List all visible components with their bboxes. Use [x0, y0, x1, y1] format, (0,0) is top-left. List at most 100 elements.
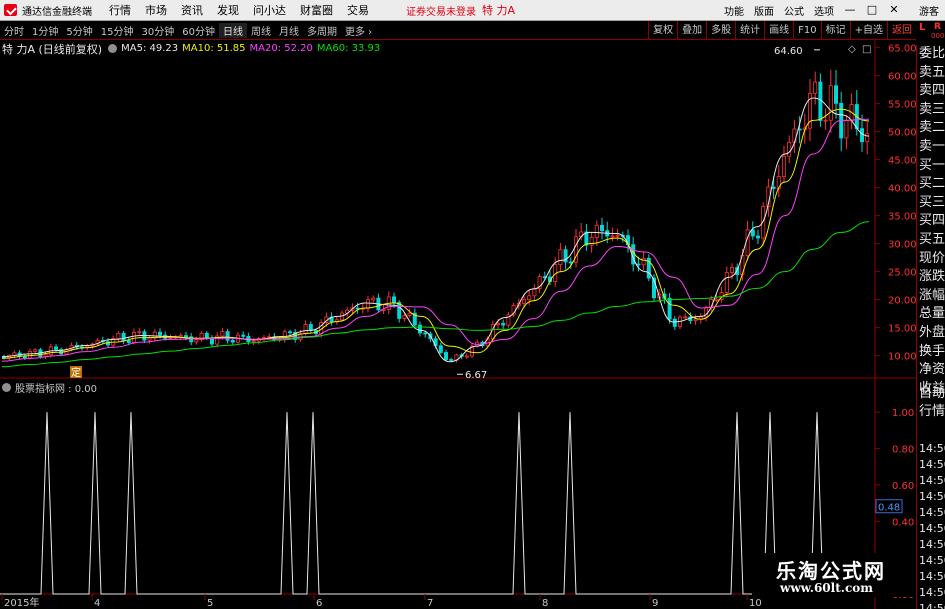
ma5-label: MA5: 49.23 [121, 43, 179, 54]
candle-body [683, 316, 688, 319]
indicator-circle-icon[interactable] [2, 382, 11, 392]
side-panel-item[interactable]: 总量 [919, 305, 945, 323]
candle-body [714, 298, 719, 301]
side-panel-item[interactable]: 卖二 [919, 119, 945, 137]
ma-lines [1, 97, 870, 368]
candle-body [27, 350, 32, 359]
candle-body [33, 349, 38, 352]
indicator-label: 股票指标网 : 0.00 [15, 383, 97, 395]
candle-body [782, 155, 787, 177]
kline-chart[interactable]: 65.00 60.00 55.00 50.00 45.00 40.00 35.00 30.00… [0, 0, 945, 609]
candle-body [438, 345, 443, 353]
side-panel-item[interactable]: 买一 [919, 157, 945, 175]
price-axis-label: 20.00 [888, 296, 917, 307]
candle-body [771, 186, 776, 189]
candle-body [54, 346, 59, 350]
settings-circle-icon[interactable] [108, 44, 118, 53]
candle-body [750, 229, 755, 237]
candle-body [22, 355, 27, 359]
candle-body [844, 120, 849, 139]
side-panel-item[interactable]: 换手 [919, 343, 945, 361]
candle-body [813, 81, 818, 94]
time-axis-label: 5 [207, 598, 213, 609]
ma10-label: MA10: 51.85 [182, 43, 246, 54]
price-axis-label: 55.00 [888, 100, 917, 111]
candle-body [137, 331, 142, 334]
side-panel-item[interactable]: 涨幅 [919, 287, 945, 305]
axes: 65.00 60.00 55.00 50.00 45.00 40.00 35.00 30.00… [1, 44, 917, 609]
candle-body [157, 331, 162, 336]
candle-body [204, 332, 209, 339]
candle-body [641, 257, 646, 266]
candle-body [558, 249, 563, 265]
chart-title: 特 力A (日线前复权) [2, 42, 103, 56]
candle-body [730, 267, 735, 273]
candle-body [501, 323, 506, 326]
side-panel-item[interactable]: 净资 [919, 361, 945, 379]
low-annotation: 6.67 [465, 370, 487, 381]
candle-body [527, 295, 532, 301]
price-axis-label: 35.00 [888, 212, 917, 223]
side-panel-item[interactable]: 现价 [919, 250, 945, 268]
candle-body [584, 231, 589, 246]
price-axis-label: 50.00 [888, 128, 917, 139]
indicator-axis-label: 0.40 [892, 517, 914, 528]
time-axis-label: 8 [542, 598, 548, 609]
candle-body [371, 297, 376, 301]
candle-body [600, 224, 605, 231]
candle-body [615, 234, 620, 237]
candle-body [636, 263, 641, 266]
ma-line-ma20 [1, 118, 870, 362]
candle-body [693, 318, 698, 322]
candle-body [209, 337, 214, 345]
side-panel-item[interactable]: 委比 [919, 45, 945, 63]
candle-body [667, 297, 672, 320]
candlesticks [2, 69, 870, 363]
time-axis-label: 7 [427, 598, 433, 609]
side-panel-item[interactable]: 买二 [919, 175, 945, 193]
ma20-label: MA20: 52.20 [249, 43, 313, 54]
side-panel-item[interactable]: 买三 [919, 194, 945, 212]
high-annotation: 64.60 [774, 46, 803, 57]
indicator-line [0, 412, 875, 595]
side-panel-item[interactable]: 外盘 [919, 324, 945, 342]
side-panel-item[interactable]: 买四 [919, 212, 945, 230]
side-panel-item[interactable]: 买五 [919, 231, 945, 249]
indicator-legend: 股票指标网 : 0.00 [2, 380, 97, 395]
candle-body [495, 323, 500, 326]
candle-body [594, 224, 599, 238]
event-marker-label: 定 [71, 366, 81, 379]
time-axis-label: 4 [94, 598, 100, 609]
candle-body [423, 332, 428, 335]
candle-body [303, 324, 308, 335]
side-panel-item[interactable]: 涨跌 [919, 268, 945, 286]
candle-body [121, 332, 126, 341]
candle-body [828, 85, 833, 121]
candle-body [397, 302, 402, 319]
candle-body [147, 337, 152, 341]
candle-body [724, 272, 729, 293]
side-panel-item[interactable]: 行情 [919, 403, 945, 421]
candle-body [787, 141, 792, 157]
side-panel-item[interactable]: 卖三 [919, 101, 945, 119]
candle-body [443, 352, 448, 360]
watermark-title: 乐淘公式网 [776, 559, 886, 583]
side-panel-item[interactable]: 卖四 [919, 82, 945, 100]
price-axis-label: 65.00 [888, 44, 917, 55]
indicator-current-label: 0.48 [878, 503, 900, 514]
candle-body [251, 340, 256, 343]
side-panel-item[interactable]: 自动 [919, 385, 945, 403]
candle-body [522, 299, 527, 304]
candle-body [225, 331, 230, 341]
price-axis-label: 45.00 [888, 156, 917, 167]
candle-body [823, 119, 828, 122]
candle-body [391, 296, 396, 303]
candle-body [183, 335, 188, 338]
side-panel-item[interactable]: 卖一 [919, 138, 945, 156]
side-panel-item[interactable]: 卖五 [919, 64, 945, 82]
ma-line-ma10 [1, 108, 870, 359]
time-axis-label: 10 [749, 598, 762, 609]
price-axis-label: 10.00 [888, 352, 917, 363]
side-panel-time: 14:50 [919, 602, 945, 609]
indicator-axis-label: 0.80 [892, 445, 914, 456]
